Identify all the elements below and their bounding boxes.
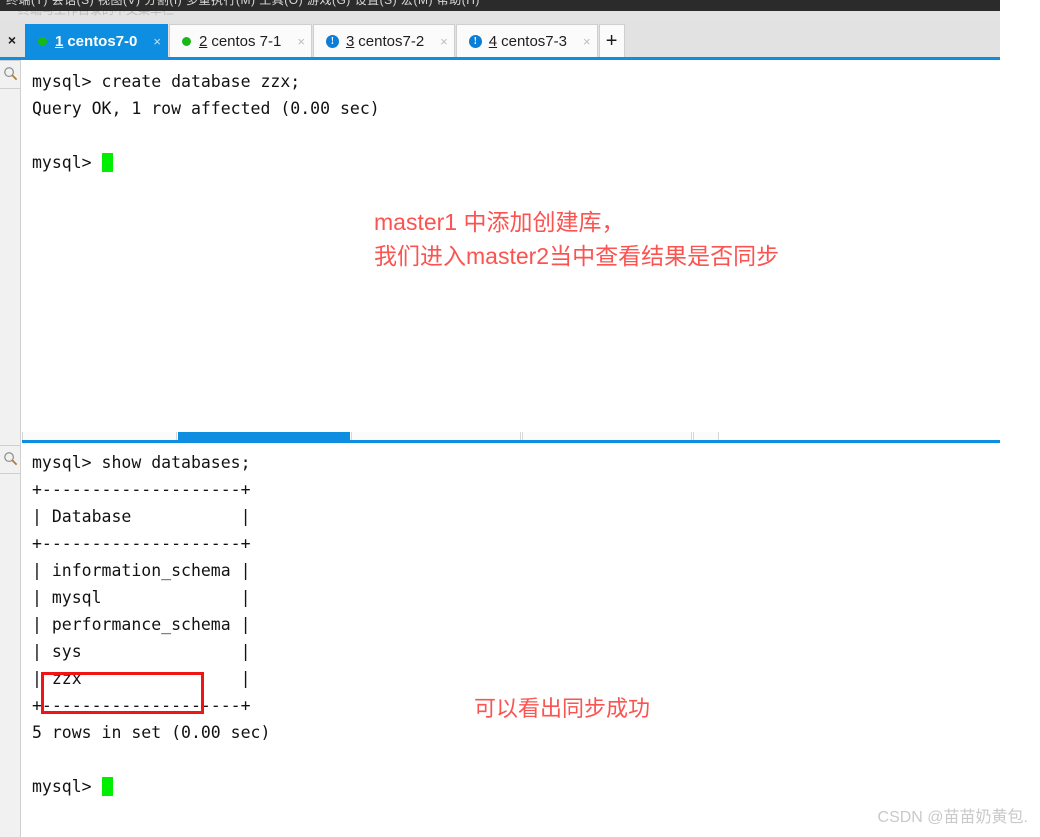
tab-centos7-0[interactable]: 1 centos7-0 ×	[25, 24, 168, 58]
tab-index-label: 2	[198, 33, 208, 50]
menu-bar-ghost-row: 终端与工作目录的中文菜单栏	[0, 11, 1000, 20]
terminal-line: | mysql |	[32, 588, 251, 607]
tab-title-label: centos7-3	[501, 33, 567, 50]
bottom-tab-3[interactable]	[351, 432, 521, 440]
bottom-window-tab-bar-clipped	[0, 432, 1000, 445]
bottom-tab-bar-accent-line	[22, 440, 1000, 443]
bottom-terminal-panel[interactable]: mysql> show databases; +----------------…	[0, 445, 1000, 837]
close-tab-icon[interactable]: ×	[583, 34, 591, 49]
bottom-tab-1[interactable]	[22, 432, 177, 440]
alert-badge-icon: !	[468, 35, 482, 48]
alert-badge-icon: !	[325, 35, 339, 48]
bottom-tabstrip-tab-row	[22, 432, 1000, 440]
tab-index-label: 1	[55, 33, 64, 50]
tab-title-label: centos 7-1	[211, 33, 282, 50]
connected-dot-icon	[181, 37, 191, 46]
terminal-line: 5 rows in set (0.00 sec)	[32, 723, 271, 742]
terminal-line: | Database |	[32, 507, 251, 526]
menu-bar-clipped[interactable]: 终端(T) 会话(S) 视图(V) 分割(I) 多重执行(M) 工具(O) 游戏…	[0, 0, 1000, 11]
search-icon[interactable]	[3, 66, 18, 81]
bottom-tab-2-active[interactable]	[178, 432, 350, 440]
terminal-line: | information_schema |	[32, 561, 251, 580]
tab-list: 1 centos7-0 × 2 centos 7-1 × ! 3 centos7…	[25, 24, 625, 60]
tab-centos-7-1[interactable]: 2 centos 7-1 ×	[168, 24, 312, 58]
terminal-cursor	[101, 153, 113, 172]
terminal-line: | sys |	[32, 642, 251, 661]
tab-centos7-3[interactable]: ! 4 centos7-3 ×	[455, 24, 598, 58]
annotation-bottom: 可以看出同步成功	[474, 696, 651, 721]
bottom-terminal-output[interactable]: mysql> show databases; +----------------…	[22, 445, 1000, 837]
close-tab-icon[interactable]: ×	[153, 34, 161, 49]
highlight-box-zzx	[41, 672, 204, 714]
terminal-cursor	[101, 777, 113, 796]
bottom-terminal-window: mysql> show databases; +----------------…	[0, 445, 1000, 837]
terminal-line: +--------------------+	[32, 480, 251, 499]
bottom-terminal-side-rail	[0, 445, 21, 837]
connected-dot-icon	[38, 37, 47, 46]
tab-index-label: 3	[345, 33, 355, 50]
terminal-prompt: mysql>	[32, 153, 102, 172]
annotation-top: master1 中添加创建库， 我们进入master2当中查看结果是否同步	[374, 209, 780, 269]
bottom-tabstrip-rail	[0, 432, 21, 445]
new-tab-button[interactable]: +	[598, 24, 625, 58]
tab-title-label: centos7-0	[67, 33, 138, 50]
tab-index-label: 4	[488, 33, 498, 50]
menu-bar-ghost-text: 终端与工作目录的中文菜单栏	[18, 11, 174, 18]
close-tab-icon[interactable]: ×	[297, 34, 305, 49]
top-terminal-side-rail	[0, 60, 21, 432]
terminal-line: mysql> show databases;	[32, 453, 251, 472]
top-window-tab-bar: × 1 centos7-0 × 2 centos 7-1 × ! 3 cento…	[0, 20, 1000, 60]
terminal-line: +--------------------+	[32, 534, 251, 553]
terminal-prompt: mysql>	[32, 777, 102, 796]
tab-centos7-2[interactable]: ! 3 centos7-2 ×	[312, 24, 455, 58]
terminal-line: Query OK, 1 row affected (0.00 sec)	[32, 99, 380, 118]
close-session-icon[interactable]: ×	[0, 20, 24, 60]
csdn-watermark: CSDN @苗苗奶黄包.	[877, 809, 1028, 826]
menu-bar-labels: 终端(T) 会话(S) 视图(V) 分割(I) 多重执行(M) 工具(O) 游戏…	[6, 0, 480, 7]
bottom-new-tab-button[interactable]	[693, 432, 719, 440]
terminal-line: | performance_schema |	[32, 615, 251, 634]
bottom-tab-4[interactable]	[522, 432, 692, 440]
search-icon[interactable]	[3, 451, 18, 466]
terminal-line: mysql> create database zzx;	[32, 72, 301, 91]
tab-title-label: centos7-2	[358, 33, 425, 50]
close-tab-icon[interactable]: ×	[440, 34, 448, 49]
